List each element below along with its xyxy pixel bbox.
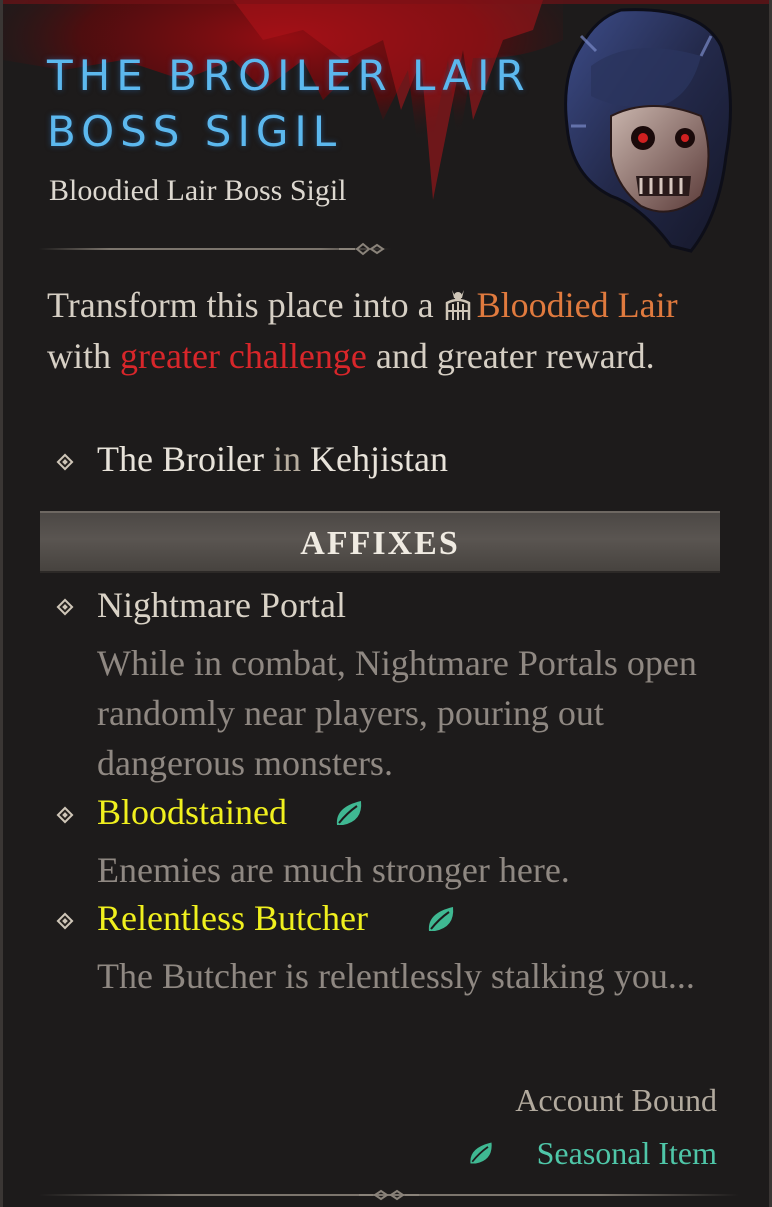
lair-gate-icon (445, 290, 470, 320)
affix-description: Enemies are much stronger here. (97, 850, 570, 890)
greater-challenge-keyword: greater challenge (120, 336, 367, 376)
account-bound-label: Account Bound (515, 1082, 717, 1118)
item-title: THE BROILER LAIR BOSS SIGIL (47, 48, 567, 160)
bloodied-lair-keyword: Bloodied Lair (476, 285, 678, 325)
header-divider (39, 242, 391, 256)
item-tooltip: THE BROILER LAIR BOSS SIGIL Bloodied Lai… (0, 0, 772, 1207)
item-title-line2: BOSS SIGIL (47, 107, 343, 156)
seasonal-item-label: Seasonal Item (536, 1135, 717, 1171)
item-title-line1: THE BROILER LAIR (47, 51, 531, 100)
affix-name: Bloodstained (97, 792, 287, 832)
divider-ornament-icon (359, 1189, 419, 1201)
description-part2: with (47, 336, 121, 376)
affix-description: While in combat, Nightmare Portals open … (97, 643, 697, 783)
affixes-header-label: AFFIXES (300, 525, 460, 562)
description-part3: and greater reward. (366, 336, 655, 376)
location-bullet-icon (56, 453, 74, 471)
footer-divider (39, 1188, 739, 1202)
affix-bullet-icon (56, 912, 74, 930)
affixes-header: AFFIXES (40, 511, 720, 573)
seasonal-leaf-icon (428, 907, 454, 931)
affix-name: Relentless Butcher (97, 898, 368, 938)
location-place: The Broiler (97, 439, 264, 479)
seasonal-leaf-icon (336, 801, 362, 825)
item-type: Bloodied Lair Boss Sigil (49, 174, 347, 207)
location-connector: in (263, 439, 310, 479)
divider-ornament-icon (339, 242, 385, 256)
affix-name: Nightmare Portal (97, 585, 346, 625)
affix-description: The Butcher is relentlessly stalking you… (97, 956, 695, 996)
skull-helm-sigil-icon (564, 8, 732, 253)
seasonal-leaf-icon (470, 1142, 492, 1164)
item-description: Transform this place into a Bloodied Lai… (47, 280, 727, 382)
location-region: Kehjistan (309, 439, 448, 479)
description-part1: Transform this place into a (47, 285, 443, 325)
affix-bullet-icon (56, 598, 74, 616)
location-line: The Broiler in Kehjistan (97, 438, 448, 480)
affix-bullet-icon (56, 806, 74, 824)
